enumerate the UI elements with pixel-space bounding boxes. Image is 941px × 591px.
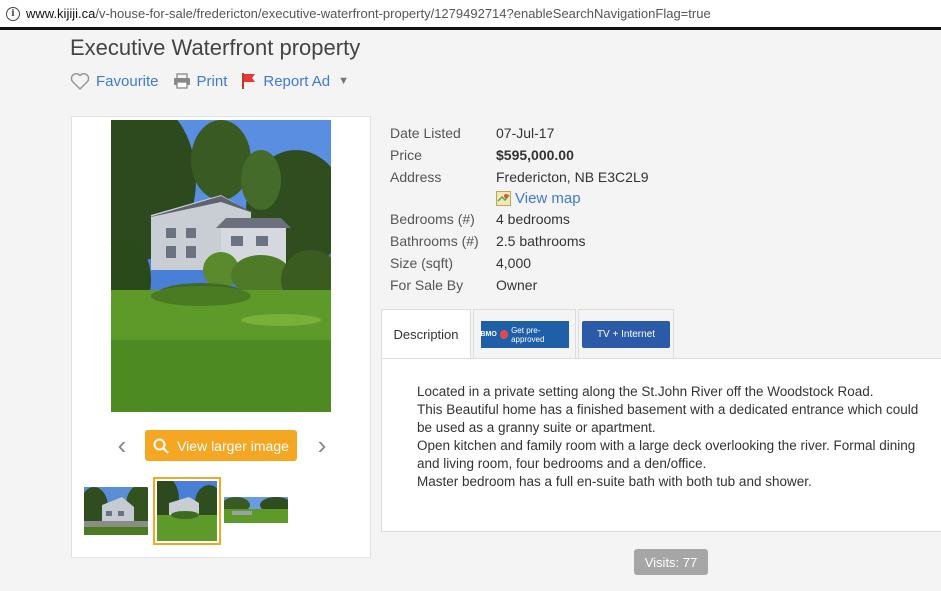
image-gallery: ‹ View larger image › bbox=[71, 116, 371, 558]
main-listing-photo[interactable] bbox=[111, 120, 331, 412]
info-icon[interactable]: i bbox=[6, 6, 20, 21]
url-path: /v-house-for-sale/fredericton/executive-… bbox=[95, 6, 711, 21]
detail-bathrooms: Bathrooms (#) 2.5 bathrooms bbox=[390, 230, 649, 252]
chevron-left-icon[interactable]: ‹ bbox=[112, 432, 132, 458]
tab-tv-internet[interactable]: TV + Internet bbox=[578, 309, 674, 359]
detail-label: Date Listed bbox=[390, 125, 461, 141]
visits-counter: Visits: 77 bbox=[634, 549, 708, 575]
map-icon bbox=[496, 190, 511, 206]
chevron-right-icon[interactable]: › bbox=[312, 432, 332, 458]
bmo-banner: BMO Get pre-approved bbox=[480, 321, 569, 348]
view-larger-image-button[interactable]: View larger image bbox=[145, 430, 297, 461]
heart-icon bbox=[70, 73, 90, 90]
listing-details: Date Listed 07-Jul-17 Price $595,000.00 … bbox=[390, 122, 649, 296]
print-button[interactable]: Print bbox=[173, 72, 228, 90]
description-line: Master bedroom has a full en-suite bath … bbox=[417, 474, 812, 489]
detail-date-listed: Date Listed 07-Jul-17 bbox=[390, 122, 649, 144]
address-bar[interactable]: i www.kijiji.ca/v-house-for-sale/frederi… bbox=[0, 0, 941, 30]
print-label: Print bbox=[196, 72, 228, 90]
favourite-label: Favourite bbox=[96, 72, 159, 90]
bmo-logo-icon bbox=[499, 330, 509, 339]
detail-price: Price $595,000.00 bbox=[390, 144, 649, 166]
detail-for-sale-by: For Sale By Owner bbox=[390, 274, 649, 296]
flag-icon bbox=[242, 73, 256, 89]
detail-bedrooms: Bedrooms (#) 4 bedrooms bbox=[390, 208, 649, 230]
detail-value: Fredericton, NB E3C2L9 bbox=[496, 169, 649, 185]
printer-icon bbox=[173, 73, 190, 89]
detail-value: $595,000.00 bbox=[496, 147, 574, 163]
page-title: Executive Waterfront property bbox=[70, 35, 361, 60]
detail-label: Size (sqft) bbox=[390, 255, 454, 271]
detail-label: Price bbox=[390, 147, 422, 163]
chevron-down-icon[interactable]: ▼ bbox=[338, 75, 349, 87]
detail-value: 4,000 bbox=[496, 255, 532, 271]
detail-value: Owner bbox=[496, 277, 538, 293]
search-icon bbox=[153, 438, 169, 454]
description-line: This Beautiful home has a finished basem… bbox=[417, 402, 919, 435]
detail-label: Bathrooms (#) bbox=[390, 233, 479, 249]
detail-address: Address Fredericton, NB E3C2L9 bbox=[390, 166, 649, 188]
thumbnail-3[interactable] bbox=[224, 497, 288, 523]
detail-label: For Sale By bbox=[390, 277, 464, 293]
bmo-brand: BMO bbox=[480, 331, 497, 338]
detail-value: 07-Jul-17 bbox=[496, 125, 555, 141]
tv-internet-banner: TV + Internet bbox=[582, 321, 670, 348]
favourite-button[interactable]: Favourite bbox=[70, 72, 159, 90]
description-line: Open kitchen and family room with a larg… bbox=[417, 438, 916, 471]
url-host: www.kijiji.ca bbox=[26, 6, 96, 21]
description-panel: Located in a private setting along the S… bbox=[381, 358, 941, 532]
listing-actions: Favourite Print Report Ad ▼ bbox=[70, 72, 349, 90]
thumbnail-2[interactable] bbox=[153, 477, 221, 545]
description-line: Located in a private setting along the S… bbox=[417, 384, 874, 399]
detail-label: Bedrooms (#) bbox=[390, 211, 475, 227]
report-ad-button[interactable]: Report Ad bbox=[241, 72, 330, 90]
detail-label: Address bbox=[390, 169, 442, 185]
detail-size: Size (sqft) 4,000 bbox=[390, 252, 649, 274]
description-text: Located in a private setting along the S… bbox=[417, 383, 932, 491]
tab-description[interactable]: Description bbox=[381, 309, 471, 359]
report-ad-label: Report Ad bbox=[263, 72, 331, 90]
view-map-label: View map bbox=[515, 189, 581, 207]
tab-bmo-preapproved[interactable]: BMO Get pre-approved bbox=[473, 309, 576, 359]
thumbnail-1[interactable] bbox=[84, 487, 148, 535]
view-larger-label: View larger image bbox=[177, 437, 289, 454]
listing-tabs: Description BMO Get pre-approved TV + In… bbox=[381, 309, 674, 359]
view-map-link[interactable]: View map bbox=[496, 188, 649, 208]
detail-value: 4 bedrooms bbox=[496, 211, 570, 227]
bmo-text: Get pre-approved bbox=[511, 325, 545, 344]
detail-value: 2.5 bathrooms bbox=[496, 233, 586, 249]
